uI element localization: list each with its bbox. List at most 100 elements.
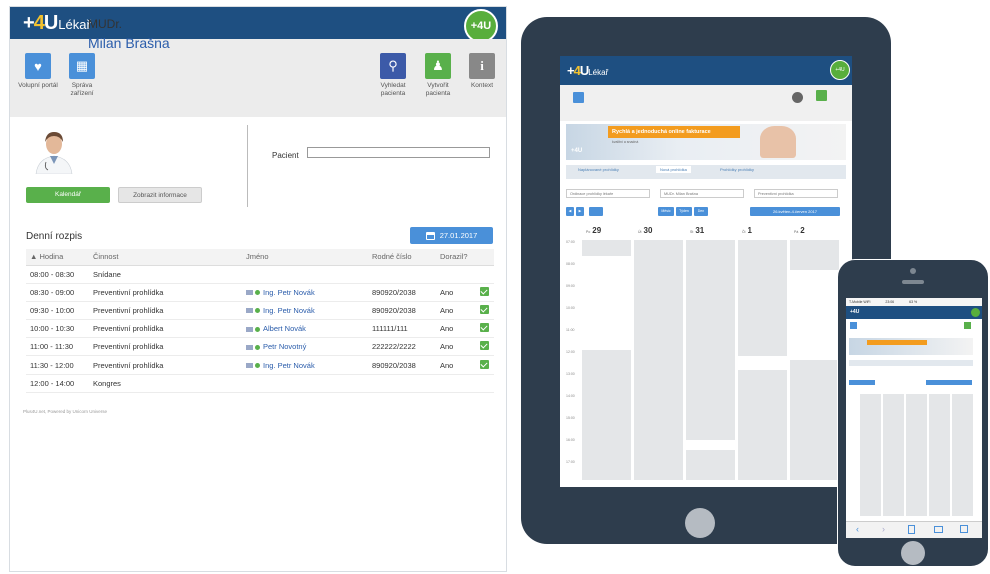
filter-type[interactable]: Preventivní prohlídka [754, 189, 838, 198]
calendar-slot[interactable] [790, 240, 839, 270]
filter-office[interactable]: Ordinace prohlídky lékaře [566, 189, 650, 198]
day-column[interactable] [634, 240, 683, 480]
date-picker-button[interactable]: 27.01.2017 [410, 227, 493, 244]
tablet-ad-banner[interactable]: Rychlá a jednoduchá online fakturace kva… [566, 124, 846, 160]
tablet-logo: +4ULékař [567, 63, 609, 78]
cell-activity: Preventivní prohlídka [89, 283, 242, 302]
day-column[interactable] [686, 240, 735, 480]
calendar-slot[interactable] [582, 240, 631, 256]
tab-new[interactable]: Nová prohlídka [656, 166, 691, 173]
cell-check[interactable] [476, 337, 494, 357]
col-hour[interactable]: ▲ Hodina [26, 249, 89, 266]
day-header[interactable]: Pá 2 [794, 226, 805, 235]
day-header[interactable]: Út 30 [638, 226, 652, 235]
calendar-slot[interactable] [686, 240, 735, 440]
cell-check[interactable] [476, 283, 494, 302]
phone-day-column[interactable] [929, 394, 950, 516]
app-logo[interactable]: +4ULékař [23, 12, 91, 35]
calendar-slot[interactable] [738, 370, 787, 480]
view-month[interactable]: Měsíc [658, 207, 674, 216]
calendar-slot[interactable] [686, 450, 735, 480]
cell-time: 10:00 - 10:30 [26, 319, 89, 339]
toolbar-portal-button[interactable]: ♥ Volupní portál [16, 53, 60, 90]
day-header[interactable]: St 31 [690, 226, 704, 235]
calendar-slot[interactable] [634, 240, 683, 480]
today-button[interactable] [589, 207, 603, 216]
forward-icon[interactable]: › [882, 524, 885, 534]
tablet-badge[interactable]: +4U [830, 60, 850, 80]
tablet-home-button[interactable] [685, 508, 715, 538]
phone-range-button[interactable] [926, 380, 972, 385]
cell-check[interactable] [476, 355, 494, 375]
col-name[interactable]: Jméno [242, 249, 368, 266]
toolbar-create-patient-button[interactable]: ♟ Vytvořit pacienta [416, 53, 460, 98]
cell-arrived: Ano [436, 283, 476, 302]
table-row[interactable]: 11:00 - 11:30 Preventivní prohlídka Petr N… [26, 337, 494, 357]
phone-day-column[interactable] [952, 394, 973, 516]
checkbox-checked-icon [480, 341, 489, 351]
filter-doctor[interactable]: MUDr. Milan Brašna [660, 189, 744, 198]
day-column[interactable] [582, 240, 631, 480]
bookmarks-icon[interactable] [934, 526, 943, 533]
tab-planned[interactable]: Naplánované prohlídky [578, 167, 619, 172]
col-birth-number[interactable]: Rodné číslo [368, 249, 436, 266]
patient-label: Pacient [272, 151, 299, 160]
online-dot-icon [255, 344, 260, 350]
back-icon[interactable]: ‹ [856, 524, 859, 534]
day-column[interactable] [790, 240, 839, 480]
col-activity[interactable]: Činnost [89, 249, 242, 266]
online-dot-icon [255, 326, 260, 332]
table-row[interactable]: 11:30 - 12:00 Preventivní prohlídka Ing. P… [26, 355, 494, 375]
day-header[interactable]: Po 29 [586, 226, 601, 235]
phone-day-column[interactable] [883, 394, 904, 516]
col-arrived[interactable]: Dorazil? [436, 249, 476, 266]
table-row[interactable]: 09:30 - 10:00 Preventivní prohlídka Ing. P… [26, 301, 494, 321]
doctor-avatar [32, 124, 76, 174]
next-button[interactable]: ▶ [576, 207, 584, 216]
prev-button[interactable]: ◀ [566, 207, 574, 216]
tablet-info-icon[interactable] [816, 90, 827, 101]
patient-input[interactable] [307, 147, 490, 158]
toolbar-search-patient-button[interactable]: ⚲ Vyhledat pacienta [371, 53, 415, 98]
calendar-button[interactable]: Kalendář [26, 187, 110, 203]
toolbar-context-button[interactable]: i Kontext [460, 53, 504, 90]
phone-day-column[interactable] [860, 394, 881, 516]
cell-name[interactable]: Ing. Petr Novák [242, 283, 368, 302]
cell-name[interactable]: Ing. Petr Novák [242, 301, 368, 321]
day-header[interactable]: Čt 1 [742, 226, 752, 235]
time-label: 16:00 [566, 438, 575, 442]
phone-banner[interactable] [849, 338, 973, 355]
phone-nav-buttons[interactable] [849, 380, 875, 385]
date-range-button[interactable]: 26.květen-4.červen 2017 [750, 207, 840, 216]
view-week[interactable]: Týden [676, 207, 692, 216]
share-icon[interactable] [908, 525, 915, 534]
tablet-heart-icon[interactable] [573, 92, 584, 103]
calendar-slot[interactable] [738, 240, 787, 356]
cell-name[interactable]: Petr Novotný [242, 337, 368, 357]
tablet-gear-icon[interactable] [792, 92, 803, 103]
table-row[interactable]: 08:30 - 09:00 Preventivní prohlídka Ing. P… [26, 283, 494, 302]
phone-info-icon[interactable] [964, 322, 971, 329]
day-column[interactable] [738, 240, 787, 480]
cell-name[interactable]: Albert Novák [242, 319, 368, 339]
table-row[interactable]: 12:00 - 14:00 Kongres [26, 374, 494, 393]
phone-tabs[interactable] [849, 360, 973, 366]
cell-check[interactable] [476, 319, 494, 339]
table-row[interactable]: 08:00 - 08:30 Snídane [26, 265, 494, 284]
plus4u-badge[interactable]: +4U [464, 9, 498, 43]
view-day[interactable]: Den [694, 207, 708, 216]
cell-name[interactable]: Ing. Petr Novák [242, 355, 368, 375]
tab-inspections[interactable]: Prohlídky prohlídky [720, 167, 754, 172]
tabs-icon[interactable] [960, 525, 968, 533]
calendar-slot[interactable] [582, 350, 631, 480]
doctor-title: MUDr. [88, 17, 122, 31]
table-row[interactable]: 10:00 - 10:30 Preventivní prohlídka Albert… [26, 319, 494, 339]
toolbar-facility-button[interactable]: ▦ Správa zařízení [60, 53, 104, 98]
cell-check[interactable] [476, 301, 494, 321]
phone-home-button[interactable] [901, 541, 925, 565]
calendar-slot[interactable] [790, 360, 839, 480]
phone-day-column[interactable] [906, 394, 927, 516]
show-info-button[interactable]: Zobrazit informace [118, 187, 202, 203]
phone-heart-icon[interactable] [850, 322, 857, 329]
phone-badge[interactable] [971, 308, 980, 317]
